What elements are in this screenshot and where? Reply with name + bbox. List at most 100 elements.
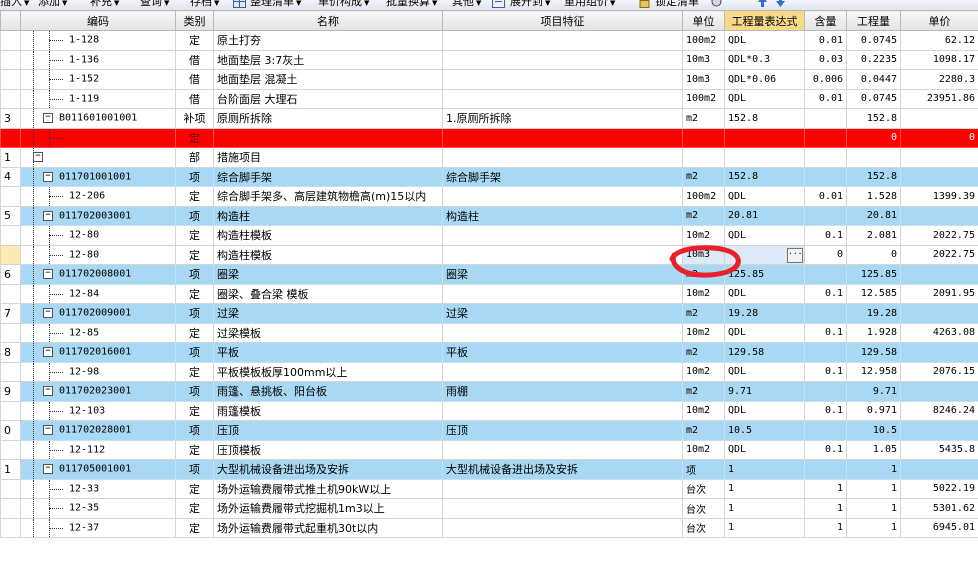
cell-qty[interactable]: 125.85 <box>846 264 901 285</box>
cell-feature[interactable]: 平板 <box>442 342 683 363</box>
row-index[interactable] <box>0 30 21 51</box>
cell-unit[interactable]: 10m3 <box>682 244 725 265</box>
header-content[interactable]: 含量 <box>804 10 847 31</box>
cell-qty[interactable]: 1 <box>846 478 901 499</box>
unit-price-menu[interactable]: 单价构成 ▼ <box>318 0 369 10</box>
row-index[interactable]: 7 <box>0 303 21 324</box>
header-code[interactable]: 编码 <box>20 10 176 31</box>
row-index[interactable]: 1 <box>0 147 21 168</box>
other-menu[interactable]: 其他 ▼ <box>452 0 481 10</box>
cell-unit[interactable]: 10m2 <box>682 439 725 460</box>
cell-name[interactable]: 构造柱模板 <box>213 244 443 265</box>
cell-expr[interactable]: 1 <box>724 459 805 480</box>
row-index[interactable] <box>0 361 21 382</box>
cell-feature[interactable]: 雨棚 <box>442 381 683 402</box>
cell-expr[interactable]: 125.85 <box>724 264 805 285</box>
row-index[interactable] <box>0 439 21 460</box>
cell-expr[interactable]: QDL <box>724 322 805 343</box>
table-row[interactable]: 定 00 <box>0 127 978 148</box>
cell-feature[interactable] <box>442 186 683 207</box>
cell-qty[interactable]: 152.8 <box>846 166 901 187</box>
cell-content[interactable] <box>804 459 847 480</box>
cell-feature[interactable] <box>442 478 683 499</box>
cell-content[interactable] <box>804 205 847 226</box>
cell-qty[interactable]: 10.5 <box>846 420 901 441</box>
cell-code[interactable]: 12-103 <box>20 400 176 421</box>
organize-list-menu[interactable]: 整理清单 ▼ <box>250 0 301 10</box>
cell-feature[interactable]: 构造柱 <box>442 205 683 226</box>
cell-code[interactable]: −011705001001 <box>20 459 176 480</box>
collapse-toggle-icon[interactable]: − <box>43 210 53 221</box>
expand-icon[interactable] <box>492 0 505 8</box>
collapse-toggle-icon[interactable]: − <box>43 269 53 280</box>
query-menu[interactable]: 查询 ▼ <box>140 0 169 10</box>
row-index[interactable] <box>0 322 21 343</box>
table-row[interactable]: 1-136 借地面垫层 3:7灰土 10m3 QDL*0.3 0.03 0.2235 109… <box>0 49 978 70</box>
cell-price[interactable] <box>900 147 978 168</box>
table-row[interactable]: 4−011701001001 项综合脚手架 综合脚手架 m2 152.8 152.8 <box>0 166 978 187</box>
cell-qty[interactable]: 1 <box>846 517 901 538</box>
cell-unit[interactable]: 100m2 <box>682 30 725 51</box>
tools-icon[interactable] <box>710 0 723 8</box>
table-row[interactable]: 1-119 借台阶面层 大理石 100m2 QDL 0.01 0.0745 23951.86 <box>0 88 978 109</box>
cell-unit[interactable]: 10m2 <box>682 283 725 304</box>
cell-code[interactable]: −011702009001 <box>20 303 176 324</box>
cell-qty[interactable]: 0.0745 <box>846 88 901 109</box>
cell-feature[interactable] <box>442 322 683 343</box>
cell-code[interactable] <box>20 127 176 148</box>
cell-qty[interactable]: 0.0447 <box>846 69 901 90</box>
cell-expr[interactable]: 10.5 <box>724 420 805 441</box>
row-index[interactable] <box>0 186 21 207</box>
row-index[interactable] <box>0 498 21 519</box>
cell-content[interactable]: 0.1 <box>804 283 847 304</box>
cell-qty[interactable]: 12.585 <box>846 283 901 304</box>
cell-price[interactable]: 5435.8 <box>900 439 978 460</box>
insert-menu[interactable]: 插入 ▼ <box>0 0 29 10</box>
cell-name[interactable]: 场外运输费履带式起重机30t以内 <box>213 517 443 538</box>
supplement-menu[interactable]: 补充 ▼ <box>90 0 119 10</box>
cell-feature[interactable] <box>442 400 683 421</box>
cell-qty[interactable]: 0 <box>846 127 901 148</box>
cell-price[interactable]: 2280.3 <box>900 69 978 90</box>
collapse-toggle-icon[interactable]: − <box>43 308 53 319</box>
cell-unit[interactable]: 100m2 <box>682 186 725 207</box>
cell-name[interactable]: 措施项目 <box>213 147 443 168</box>
cell-unit[interactable]: m2 <box>682 381 725 402</box>
cell-expr[interactable]: QDL <box>724 88 805 109</box>
cell-expr[interactable]: 129.58 <box>724 342 805 363</box>
cell-name[interactable]: 压顶 <box>213 420 443 441</box>
cell-expr[interactable]: 1 <box>724 498 805 519</box>
cell-price[interactable]: 0 <box>900 127 978 148</box>
cell-type[interactable]: 借 <box>175 49 214 70</box>
row-index[interactable] <box>0 400 21 421</box>
cell-unit[interactable] <box>682 147 725 168</box>
cell-qty[interactable]: 1 <box>846 498 901 519</box>
cell-qty[interactable]: 0.971 <box>846 400 901 421</box>
cell-code[interactable]: 12-37 <box>20 517 176 538</box>
table-row[interactable]: 12-35 定场外运输费履带式挖掘机1m3以上 台次 1 1 1 5301.62 <box>0 498 978 519</box>
arrow-down-icon[interactable] <box>774 0 787 8</box>
cell-name[interactable]: 过梁模板 <box>213 322 443 343</box>
cell-name[interactable]: 场外运输费履带式挖掘机1m3以上 <box>213 498 443 519</box>
cell-type[interactable]: 部 <box>175 147 214 168</box>
row-index[interactable]: 3 <box>0 108 21 129</box>
cell-name[interactable]: 场外运输费履带式推土机90kW以上 <box>213 478 443 499</box>
cell-content[interactable] <box>804 147 847 168</box>
cell-expr[interactable]: ··· <box>724 244 805 265</box>
cell-qty[interactable]: 0.0745 <box>846 30 901 51</box>
cell-content[interactable] <box>804 166 847 187</box>
cell-type[interactable]: 定 <box>175 361 214 382</box>
table-row[interactable]: 8−011702016001 项平板 平板 m2 129.58 129.58 <box>0 342 978 363</box>
cell-unit[interactable]: m2 <box>682 166 725 187</box>
table-row[interactable]: 0−011702028001 项压顶 压顶 m2 10.5 10.5 <box>0 420 978 441</box>
cell-code[interactable]: 12-98 <box>20 361 176 382</box>
cell-code[interactable]: 1-119 <box>20 88 176 109</box>
cell-price[interactable] <box>900 264 978 285</box>
cell-type[interactable]: 定 <box>175 186 214 207</box>
row-index[interactable]: 6 <box>0 264 21 285</box>
cell-content[interactable]: 0.01 <box>804 30 847 51</box>
cell-price[interactable]: 2076.15 <box>900 361 978 382</box>
cell-unit[interactable]: 台次 <box>682 498 725 519</box>
cell-name[interactable]: 雨篷模板 <box>213 400 443 421</box>
cell-type[interactable]: 项 <box>175 459 214 480</box>
